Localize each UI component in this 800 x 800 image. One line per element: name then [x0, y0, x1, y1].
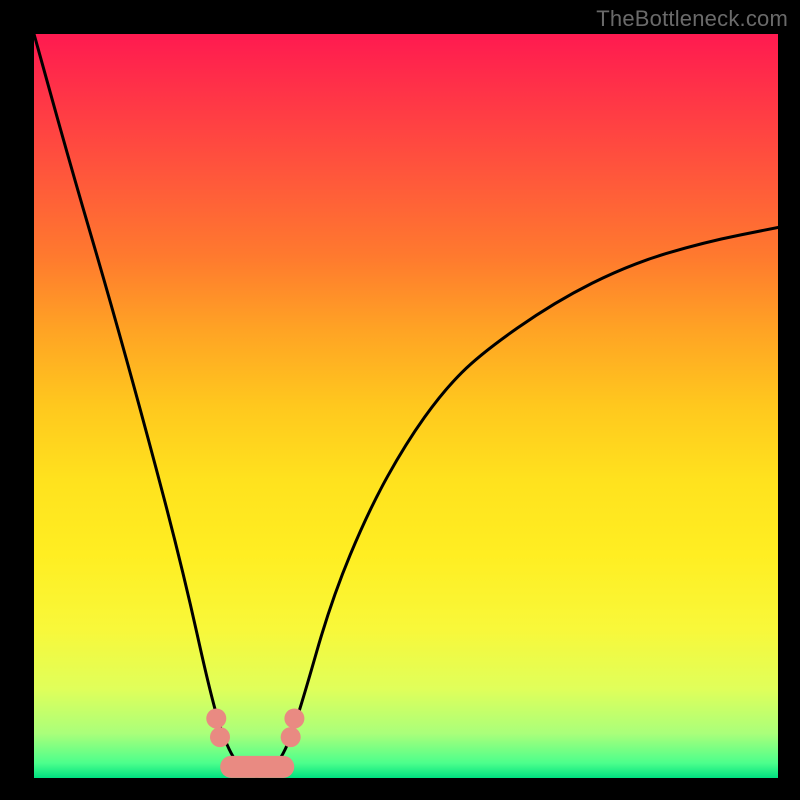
- right-bump-lower-marker: [281, 727, 301, 747]
- right-bump-upper-marker: [284, 708, 304, 728]
- curve-markers: [206, 708, 304, 747]
- bottleneck-curve: [34, 34, 778, 776]
- left-bump-upper-marker: [206, 708, 226, 728]
- watermark-text: TheBottleneck.com: [596, 6, 788, 32]
- curve-svg: [34, 34, 778, 778]
- left-bump-lower-marker: [210, 727, 230, 747]
- chart-frame: TheBottleneck.com: [0, 0, 800, 800]
- plot-area: [34, 34, 778, 778]
